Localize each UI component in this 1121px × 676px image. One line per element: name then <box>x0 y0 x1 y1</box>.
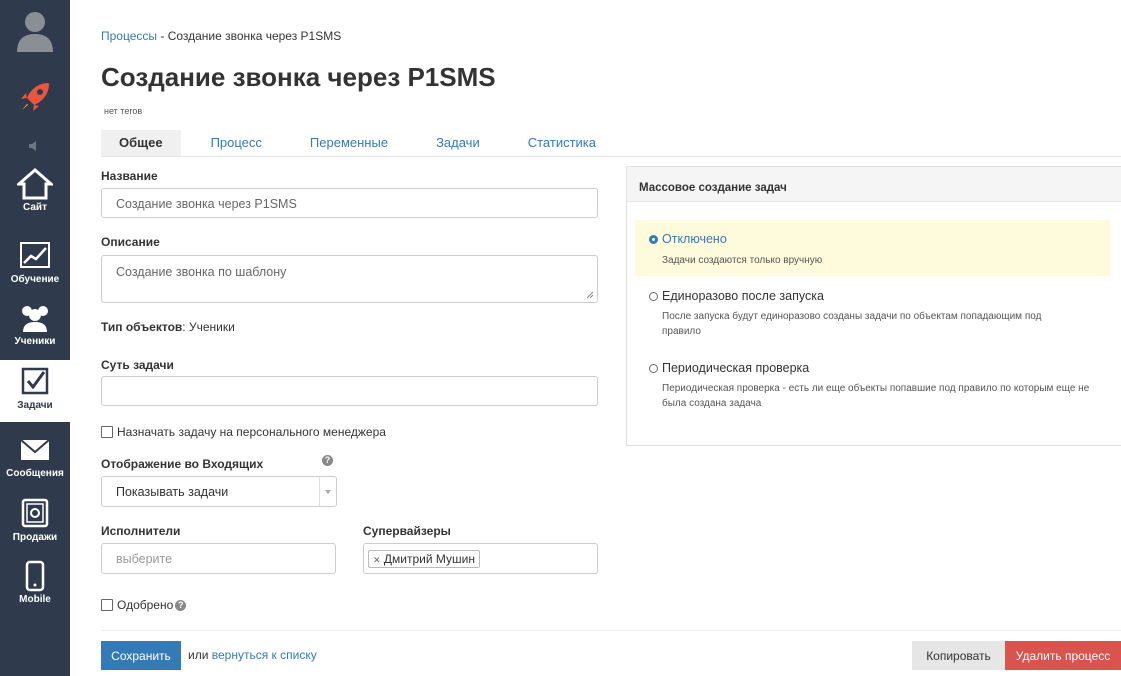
executors-label: Исполнители <box>101 524 181 538</box>
sidebar-item-label: Mobile <box>19 594 51 605</box>
rocket-icon <box>21 83 49 111</box>
option-desc: После запуска будут единоразово созданы … <box>662 311 1042 337</box>
object-type: Тип объектов: Ученики <box>101 320 235 334</box>
sidebar-item-sales[interactable]: Продажи <box>0 494 70 552</box>
users-icon <box>22 306 48 332</box>
inbox-select-value: Показывать задачи <box>116 485 229 499</box>
rocket-button[interactable] <box>0 80 70 116</box>
sidebar-item-label: Сайт <box>23 202 47 213</box>
breadcrumb-link-processes[interactable]: Процессы <box>101 29 157 43</box>
checkbox-box[interactable] <box>101 599 113 611</box>
tab-statistics[interactable]: Статистика <box>510 130 614 156</box>
sidebar-item-label: Обучение <box>10 274 60 285</box>
inbox-label: Отображение во Входящих <box>101 457 264 471</box>
option-once[interactable]: Единоразово после запуска После запуска … <box>635 289 1110 339</box>
executors-input[interactable]: выберите <box>101 543 336 574</box>
sidebar-item-learning[interactable]: Обучение <box>0 236 70 294</box>
tab-general[interactable]: Общее <box>101 130 181 156</box>
option-disabled[interactable]: Отключено Задачи создаются только вручну… <box>635 220 1110 276</box>
sidebar-item-label: Сообщения <box>6 468 64 479</box>
sidebar-item-mobile[interactable]: Mobile <box>0 556 70 614</box>
option-title: Отключено <box>662 232 727 246</box>
option-title: Единоразово после запуска <box>662 289 824 303</box>
object-type-value: : Ученики <box>182 320 235 334</box>
description-label: Описание <box>101 235 160 249</box>
description-text: Создание звонка по шаблону <box>116 265 287 279</box>
help-icon[interactable]: ? <box>175 599 187 611</box>
main-content: Процессы - Создание звонка через P1SMS С… <box>70 0 1121 676</box>
user-avatar[interactable] <box>0 8 70 58</box>
option-title: Периодическая проверка <box>662 361 810 375</box>
delete-process-button[interactable]: Удалить процесс <box>1005 641 1121 670</box>
mass-create-panel: Массовое создание задач Отключено Задачи… <box>626 166 1121 446</box>
page-title: Создание звонка через P1SMS <box>101 62 496 92</box>
tabs: Общее Процесс Переменные Задачи Статисти… <box>101 130 626 156</box>
radio-button[interactable] <box>649 234 658 244</box>
chevron-down-icon <box>325 490 331 494</box>
sidebar-item-label: Ученики <box>14 336 56 347</box>
assign-manager-label: Назначать задачу на персонального менедж… <box>117 425 386 439</box>
option-desc: Периодическая проверка - есть ли еще объ… <box>662 383 1090 409</box>
breadcrumb-current: Создание звонка через P1SMS <box>167 29 342 43</box>
phone-icon <box>25 560 45 592</box>
approved-checkbox[interactable]: Одобрено ? <box>101 598 187 612</box>
assign-manager-checkbox[interactable]: Назначать задачу на персонального менедж… <box>101 425 386 439</box>
sidebar-item-tasks[interactable]: Задачи <box>0 360 70 422</box>
name-input[interactable]: Создание звонка через P1SMS <box>101 188 598 218</box>
inbox-select[interactable]: Показывать задачи <box>101 476 337 507</box>
tab-tasks[interactable]: Задачи <box>418 130 498 156</box>
save-button[interactable]: Сохранить <box>101 641 181 670</box>
supervisor-tag: ✕ Дмитрий Мушин <box>368 550 480 568</box>
task-essence-label: Суть задачи <box>101 358 174 372</box>
option-periodic[interactable]: Периодическая проверка Периодическая про… <box>635 361 1110 411</box>
or-text: или <box>188 648 209 662</box>
house-icon <box>17 168 53 200</box>
supervisors-input[interactable]: ✕ Дмитрий Мушин <box>363 543 598 574</box>
sidebar-item-site[interactable]: Сайт <box>0 164 70 222</box>
radio-button[interactable] <box>649 291 658 301</box>
sidebar-item-label: Задачи <box>17 400 53 411</box>
tag-remove-icon[interactable]: ✕ <box>373 555 381 565</box>
sidebar-item-label: Продажи <box>12 532 58 543</box>
resize-handle-icon[interactable] <box>586 291 594 299</box>
name-label: Название <box>101 169 158 183</box>
tab-variables[interactable]: Переменные <box>292 130 406 156</box>
avatar-icon <box>17 12 53 52</box>
panel-title: Массовое создание задач <box>627 167 1121 202</box>
supervisors-label: Супервайзеры <box>363 524 451 538</box>
approved-label: Одобрено <box>117 598 174 612</box>
tabs-divider <box>101 156 1121 157</box>
chart-icon <box>20 242 50 268</box>
tab-process[interactable]: Процесс <box>193 130 280 156</box>
checkbox-box[interactable] <box>101 426 113 438</box>
sidebar: Сайт Обучение Ученики Задачи Сообщения П… <box>0 0 70 676</box>
radio-button[interactable] <box>649 363 658 373</box>
object-type-label: Тип объектов <box>101 320 183 334</box>
sidebar-item-messages[interactable]: Сообщения <box>0 430 70 488</box>
back-to-list-link[interactable]: вернуться к списку <box>212 648 317 662</box>
safe-icon <box>21 498 49 528</box>
checkbox-icon <box>21 367 49 395</box>
sidebar-item-students[interactable]: Ученики <box>0 298 70 356</box>
footer-divider <box>101 630 1121 631</box>
supervisor-tag-label: Дмитрий Мушин <box>383 552 475 566</box>
envelope-icon <box>20 439 50 460</box>
help-icon[interactable]: ? <box>322 455 333 466</box>
description-textarea[interactable]: Создание звонка по шаблону <box>101 255 598 303</box>
breadcrumb-separator: - <box>157 29 168 43</box>
footer-back: или вернуться к списку <box>188 648 317 662</box>
volume-icon[interactable] <box>0 140 70 154</box>
task-essence-input[interactable] <box>101 376 598 406</box>
select-arrow[interactable] <box>319 477 336 506</box>
option-desc: Задачи создаются только вручную <box>662 255 823 266</box>
copy-button[interactable]: Копировать <box>912 641 1005 670</box>
tags-text: нет тегов <box>104 106 143 116</box>
breadcrumb: Процессы - Создание звонка через P1SMS <box>101 29 341 43</box>
